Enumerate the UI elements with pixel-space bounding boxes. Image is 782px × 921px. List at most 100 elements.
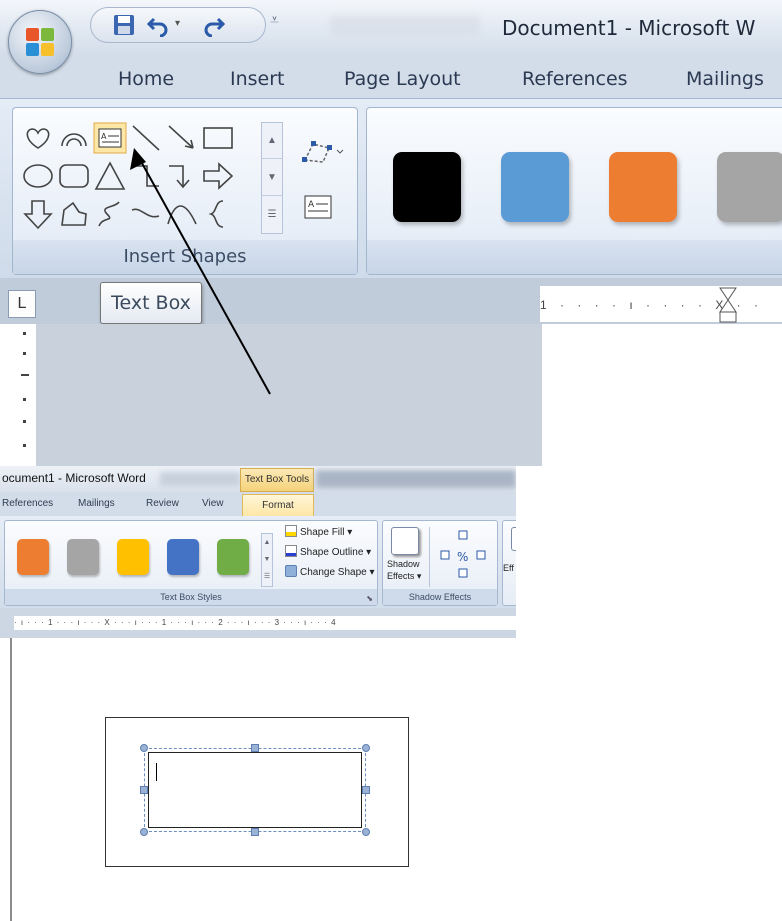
tab-insert[interactable]: Insert xyxy=(230,68,285,90)
resize-handle-bottom[interactable] xyxy=(251,828,259,836)
ribbon-tab-bar: Home Insert Page Layout References Maili… xyxy=(0,56,782,98)
heart-shape-icon[interactable] xyxy=(21,122,55,154)
resize-handle-right[interactable] xyxy=(362,786,370,794)
draw-text-box-icon[interactable]: A xyxy=(303,194,333,220)
tab-stop-selector[interactable]: L xyxy=(8,290,36,318)
tab-mailings[interactable]: Mailings xyxy=(686,68,764,90)
bottom-horizontal-ruler[interactable]: · ı · · · 1 · · · ı · · · X · · · ı · · … xyxy=(14,616,516,630)
shape-style-black[interactable] xyxy=(393,152,461,222)
shape-outline-button[interactable]: Shape Outline ▾ xyxy=(285,545,371,558)
window-title: Document1 - Microsoft W xyxy=(502,16,756,40)
tab-view[interactable]: View xyxy=(202,498,224,509)
left-brace-shape-icon[interactable] xyxy=(201,198,235,230)
bottom-screenshot: ocument1 - Microsoft Word Text Box Tools… xyxy=(0,466,516,921)
change-shape-button[interactable]: Change Shape ▾ xyxy=(285,565,375,578)
separator xyxy=(429,527,430,587)
oval-shape-icon[interactable] xyxy=(21,160,55,192)
shadow-effects-group: Shadow Effects ▾ % Shadow Effects xyxy=(382,520,498,606)
shadow-effects-icon[interactable] xyxy=(391,527,419,555)
shape-fill-button[interactable]: Shape Fill ▾ xyxy=(285,525,352,538)
edit-shape-icon[interactable] xyxy=(299,138,345,168)
tab-home[interactable]: Home xyxy=(118,68,174,90)
blurred-title-area xyxy=(330,16,480,36)
text-box-style-gray[interactable] xyxy=(67,539,99,575)
resize-handle-bottom-left[interactable] xyxy=(140,828,148,836)
redo-icon[interactable] xyxy=(201,13,227,38)
tab-mailings[interactable]: Mailings xyxy=(78,498,115,509)
text-box-shape-icon[interactable]: A xyxy=(93,122,127,154)
scribble-shape-icon[interactable] xyxy=(93,198,127,230)
undo-icon[interactable] xyxy=(145,13,171,38)
save-icon[interactable] xyxy=(111,13,137,37)
shape-style-orange[interactable] xyxy=(609,152,677,222)
indent-marker-icon[interactable] xyxy=(718,286,738,324)
arrow-line-shape-icon[interactable] xyxy=(165,122,199,154)
line-shape-icon[interactable] xyxy=(129,122,163,154)
bottom-ribbon: ▲ ▼ ☰ Shape Fill ▾ Shape Outline ▾ Change … xyxy=(0,516,516,608)
gallery-more-button[interactable]: ☰ xyxy=(262,197,282,233)
text-box-style-orange[interactable] xyxy=(17,539,49,575)
rounded-rectangle-shape-icon[interactable] xyxy=(57,160,91,192)
resize-handle-top-right[interactable] xyxy=(362,744,370,752)
office-button[interactable] xyxy=(8,10,72,74)
resize-handle-bottom-right[interactable] xyxy=(362,828,370,836)
down-arrow-shape-icon[interactable] xyxy=(21,198,55,230)
3d-effects-icon[interactable] xyxy=(511,527,516,551)
customize-qat-icon[interactable]: ⩡ xyxy=(270,12,279,30)
elbow-arrow-connector-shape-icon[interactable] xyxy=(165,160,199,192)
rectangle-shape-icon[interactable] xyxy=(201,122,235,154)
text-box-tools-contextual-tab: Text Box Tools xyxy=(240,468,314,492)
shape-style-blue[interactable] xyxy=(501,152,569,222)
resize-handle-top[interactable] xyxy=(251,744,259,752)
resize-handle-top-left[interactable] xyxy=(140,744,148,752)
text-box[interactable] xyxy=(140,744,370,836)
shadow-effects-label-line2[interactable]: Effects ▾ xyxy=(387,571,421,582)
triangle-shape-icon[interactable] xyxy=(93,160,127,192)
vertical-ruler[interactable] xyxy=(14,324,36,466)
blurred-title-area-right xyxy=(316,470,516,488)
shadow-effects-label-line1[interactable]: Shadow xyxy=(387,559,420,569)
svg-text:A: A xyxy=(101,132,107,141)
gallery-scroll-up-button[interactable]: ▲ xyxy=(262,123,282,159)
text-box-style-blue[interactable] xyxy=(167,539,199,575)
tab-references[interactable]: References xyxy=(2,498,53,509)
document-page[interactable] xyxy=(542,324,782,466)
tab-format[interactable]: Format xyxy=(242,494,314,516)
tab-page-layout[interactable]: Page Layout xyxy=(344,68,461,90)
elbow-connector-shape-icon[interactable] xyxy=(129,160,163,192)
tab-review[interactable]: Review xyxy=(146,498,179,509)
shape-fill-label: Shape Fill ▾ xyxy=(300,527,353,538)
effects-label-partial[interactable]: Eff xyxy=(503,563,514,573)
undo-dropdown-icon[interactable]: ▾ xyxy=(175,18,180,29)
resize-handle-left[interactable] xyxy=(140,786,148,794)
shape-outline-label: Shape Outline ▾ xyxy=(300,547,372,558)
insert-shapes-group-label: Insert Shapes xyxy=(13,240,357,274)
tab-references[interactable]: References xyxy=(522,68,628,90)
paint-bucket-icon xyxy=(285,525,297,537)
shape-styles-group xyxy=(366,107,782,275)
text-cursor xyxy=(156,763,157,781)
insert-shapes-group: A ▲ ▼ ☰ A Insert Shapes xyxy=(12,107,358,275)
change-shape-icon xyxy=(285,565,297,577)
shadow-effects-group-label: Shadow Effects xyxy=(383,589,497,605)
nudge-shadow-icon[interactable]: % xyxy=(435,529,493,585)
horizontal-ruler[interactable]: 1 · · · · ı · · · · X · · xyxy=(540,286,782,324)
arc-shape-icon[interactable] xyxy=(57,122,91,154)
style-gallery-scrollbar[interactable]: ▲ ▼ ☰ xyxy=(261,533,273,587)
text-box-style-gold[interactable] xyxy=(117,539,149,575)
right-arrow-shape-icon[interactable] xyxy=(201,160,235,192)
top-screenshot: ▾ ⩡ Document1 - Microsoft W Home Insert … xyxy=(0,0,782,466)
freeform-shape-icon[interactable] xyxy=(57,198,91,230)
change-shape-label: Change Shape ▾ xyxy=(300,567,375,578)
bottom-left-margin xyxy=(0,638,12,921)
office-logo-icon xyxy=(26,28,56,58)
shapes-gallery-scrollbar: ▲ ▼ ☰ xyxy=(261,122,283,234)
text-box-style-green[interactable] xyxy=(217,539,249,575)
3d-effects-group-partial: Eff xyxy=(502,520,516,606)
gallery-scroll-down-button[interactable]: ▼ xyxy=(262,160,282,196)
shape-style-gray[interactable] xyxy=(717,152,782,222)
curve-shape-icon[interactable] xyxy=(165,198,199,230)
curved-arrow-shape-icon[interactable] xyxy=(129,198,163,230)
dialog-launcher-icon[interactable]: ⬊ xyxy=(366,594,373,603)
text-box-styles-group: ▲ ▼ ☰ Shape Fill ▾ Shape Outline ▾ Change … xyxy=(4,520,378,606)
